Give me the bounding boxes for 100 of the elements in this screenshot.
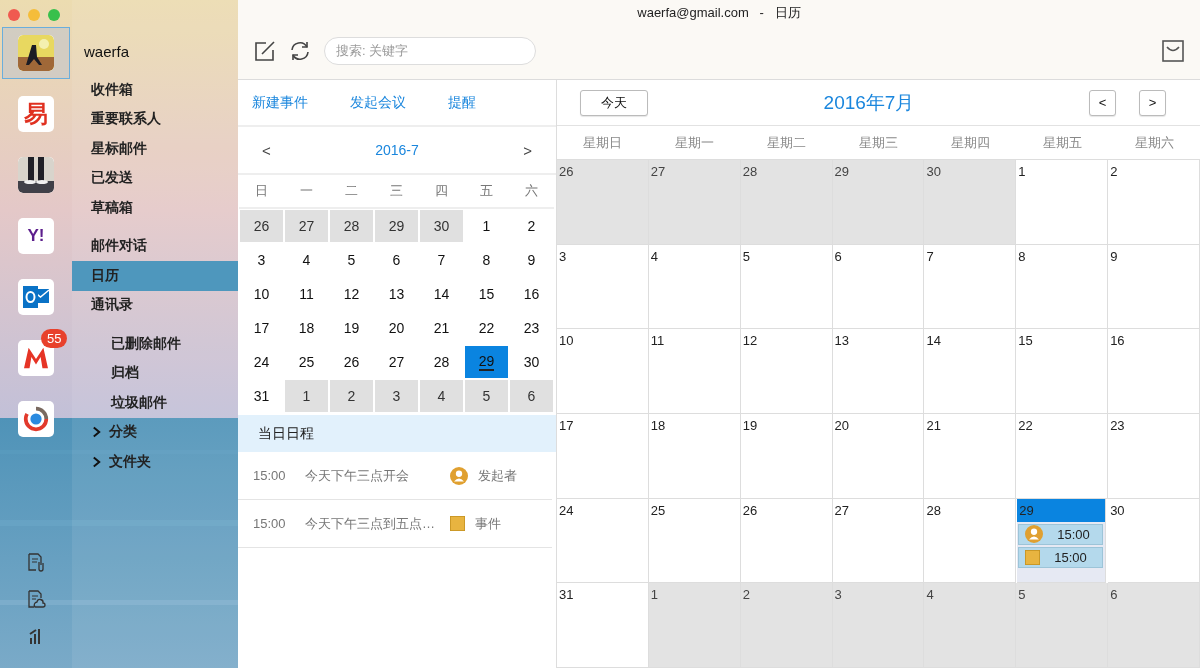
date-cell[interactable]: 10 [240,278,283,310]
day-cell[interactable]: 15 [1016,329,1109,414]
date-cell[interactable]: 21 [420,312,463,344]
search-field[interactable]: 搜索: 关键字 [324,36,536,65]
day-cell[interactable]: 13 [832,329,925,414]
day-cell[interactable]: 26 [557,160,649,245]
day-cell[interactable]: 6 [832,244,925,330]
date-cell[interactable]: 12 [330,278,373,310]
next-month-button[interactable]: > [519,141,536,159]
previous-month-button[interactable]: < [258,141,275,159]
event-chip[interactable]: 15:00 [1018,546,1104,568]
day-cell[interactable]: 17 [557,414,649,499]
action-link[interactable]: 提醒 [448,93,476,112]
date-cell[interactable]: 25 [285,346,328,378]
date-cell[interactable]: 22 [465,312,508,344]
day-cell[interactable]: 5 [1016,583,1109,668]
day-cell[interactable]: 7 [924,244,1017,330]
weekday-label: 星期一 [674,133,716,152]
date-cell[interactable]: 6 [510,380,553,412]
compose-icon[interactable] [254,39,276,62]
date-cell[interactable]: 7 [420,244,463,276]
action-link[interactable]: 新建事件 [252,93,308,112]
day-cell[interactable]: 24 [557,498,649,584]
date-cell[interactable]: 18 [285,312,328,344]
date-cell[interactable]: 24 [240,346,283,378]
date-cell[interactable]: 19 [330,312,373,344]
date-cell[interactable]: 2 [330,380,373,412]
date-cell[interactable]: 1 [465,210,508,242]
date-cell[interactable]: 27 [285,210,328,242]
day-cell[interactable]: 8 [1016,244,1109,330]
next-month-button[interactable]: > [1139,89,1166,116]
day-cell[interactable]: 4 [648,244,741,330]
date-cell[interactable]: 3 [375,380,418,412]
day-cell[interactable]: 12 [740,329,833,414]
day-cell[interactable]: 11 [648,329,741,414]
date-cell[interactable]: 27 [375,346,418,378]
date-cell[interactable]: 30 [420,210,463,242]
day-cell[interactable]: 4 [924,583,1017,668]
day-cell[interactable]: 23 [1108,414,1200,499]
date-number: 18 [649,417,667,435]
date-cell[interactable]: 23 [510,312,553,344]
day-cell[interactable]: 20 [832,414,925,499]
day-cell[interactable]: 2 [740,583,833,668]
day-cell[interactable]: 14 [924,329,1017,414]
date-cell[interactable]: 5 [465,380,508,412]
date-cell[interactable]: 29 [375,210,418,242]
day-cell[interactable]: 1 [1016,160,1109,245]
day-cell[interactable]: 5 [740,244,833,330]
day-cell[interactable]: 21 [924,414,1017,499]
date-cell[interactable]: 15 [465,278,508,310]
date-cell[interactable]: 26 [240,210,283,242]
day-cell[interactable]: 30 [924,160,1017,245]
action-link[interactable]: 发起会议 [350,93,406,112]
day-cell[interactable]: 29 15:00 15:00 [1017,498,1107,584]
today-button[interactable]: 今天 [580,89,648,116]
date-cell[interactable]: 26 [330,346,373,378]
date-cell[interactable]: 28 [330,210,373,242]
day-cell[interactable]: 3 [557,244,649,330]
day-cell[interactable]: 1 [648,583,741,668]
date-cell[interactable]: 16 [510,278,553,310]
square-icon [1025,549,1041,565]
day-cell[interactable]: 16 [1108,329,1200,414]
date-cell[interactable]: 2 [510,210,553,242]
event-chip[interactable]: 15:00 [1018,523,1104,545]
day-cell[interactable]: 2 [1108,160,1200,245]
day-cell[interactable]: 3 [832,583,925,668]
date-cell[interactable]: 13 [375,278,418,310]
weekday-label: 星期六 [1133,133,1175,152]
day-cell[interactable]: 18 [648,414,741,499]
day-cell[interactable]: 27 [648,160,741,245]
inbox-tray-icon[interactable] [1162,39,1184,62]
day-cell[interactable]: 6 [1108,583,1200,668]
date-number: 24 [558,501,575,520]
day-cell[interactable]: 31 [557,583,649,668]
date-cell[interactable]: 11 [285,278,328,310]
date-cell[interactable]: 5 [330,244,373,276]
day-cell[interactable]: 29 [832,160,925,245]
date-cell[interactable]: 1 [285,380,328,412]
agenda-item[interactable]: 15:00 今天下午三点开会 发起者 [238,452,552,500]
day-cell[interactable]: 28 [740,160,833,245]
day-cell[interactable]: 22 [1016,414,1109,499]
date-cell[interactable]: 29 [465,346,508,378]
previous-month-button[interactable]: < [1089,89,1116,116]
date-number: 19 [741,417,759,435]
date-cell[interactable]: 8 [465,244,508,276]
date-cell[interactable]: 17 [240,312,283,344]
date-cell[interactable]: 31 [240,380,283,412]
date-cell[interactable]: 28 [420,346,463,378]
agenda-item[interactable]: 15:00 今天下午三点到五点… 事件 [238,500,552,548]
date-cell[interactable]: 3 [240,244,283,276]
date-cell[interactable]: 4 [420,380,463,412]
day-cell[interactable]: 10 [557,329,649,414]
day-cell[interactable]: 19 [740,414,833,499]
date-cell[interactable]: 20 [375,312,418,344]
date-cell[interactable]: 9 [510,244,553,276]
date-cell[interactable]: 14 [420,278,463,310]
date-cell[interactable]: 4 [285,244,328,276]
date-cell[interactable]: 30 [510,346,553,378]
date-cell[interactable]: 6 [375,244,418,276]
day-cell[interactable]: 9 [1108,244,1200,330]
